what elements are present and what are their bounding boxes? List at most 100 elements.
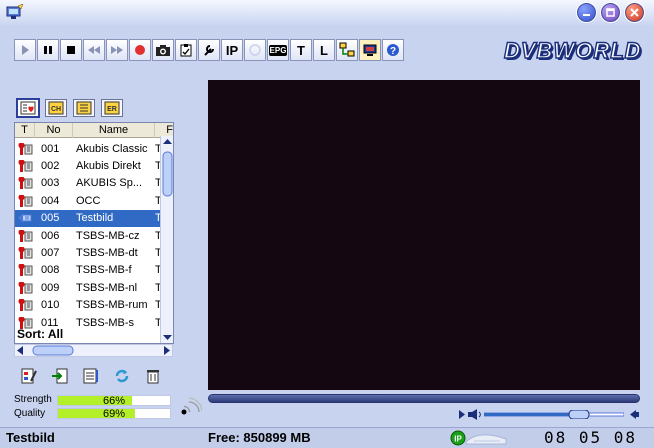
video-display[interactable] xyxy=(208,80,640,390)
help-button[interactable]: ? xyxy=(382,39,404,61)
tab-channels[interactable]: CH xyxy=(45,99,67,117)
tv-channel-icon xyxy=(15,176,35,190)
trash-icon xyxy=(146,370,159,384)
signal-wave-icon xyxy=(181,397,202,415)
tv-channel-icon xyxy=(15,263,35,277)
help-icon: ? xyxy=(387,44,399,57)
unknown-button[interactable] xyxy=(244,39,266,61)
channel-row[interactable]: 003AKUBIS Sp...T-S xyxy=(15,175,173,192)
header-name[interactable]: Name xyxy=(73,123,155,138)
maximize-button[interactable] xyxy=(600,2,621,23)
language-button[interactable]: L xyxy=(313,39,335,61)
sort-button[interactable] xyxy=(80,366,101,386)
channel-rows: 001Akubis ClassicT-S002Akubis DirektT-S0… xyxy=(15,140,173,331)
camera-icon xyxy=(156,45,170,56)
import-button[interactable] xyxy=(49,366,70,386)
refresh-button[interactable] xyxy=(111,366,132,386)
scroll-right-arrow-icon[interactable] xyxy=(164,346,170,355)
channel-name: TSBS-MB-f xyxy=(76,264,132,277)
channel-row[interactable]: 007TSBS-MB-dtT-S xyxy=(15,244,173,261)
header-type[interactable]: T xyxy=(15,123,35,138)
channel-list: T No Name F 001Akubis ClassicT-S002Akubi… xyxy=(14,122,174,344)
channel-number: 005 xyxy=(41,212,60,225)
channel-list-icon: CH xyxy=(48,101,64,115)
channel-scan-button[interactable] xyxy=(336,39,358,61)
scroll-left-arrow-icon[interactable] xyxy=(17,346,23,355)
edit-list-icon xyxy=(21,368,37,384)
speaker-icon[interactable] xyxy=(468,409,481,420)
scroll-thumb[interactable] xyxy=(162,151,173,197)
quality-bar: 69% xyxy=(57,408,171,420)
channel-row[interactable]: 008TSBS-MB-fT-S xyxy=(15,262,173,279)
channel-name: TSBS-MB-rum xyxy=(76,299,148,312)
channel-name: Akubis Direkt xyxy=(76,160,141,173)
svg-text:IP: IP xyxy=(454,435,462,444)
close-button[interactable] xyxy=(624,2,645,23)
channel-number: 006 xyxy=(41,229,60,242)
heart-list-icon xyxy=(20,101,36,115)
maximize-icon xyxy=(606,8,615,17)
tv-channel-icon xyxy=(15,246,35,260)
toolbar: IP EPG T L ? xyxy=(14,39,405,61)
svg-text:ER: ER xyxy=(107,106,117,113)
tab-list-3[interactable] xyxy=(73,99,95,117)
channel-row[interactable]: 006TSBS-MB-czT-S xyxy=(15,227,173,244)
pause-button[interactable] xyxy=(37,39,59,61)
channel-row[interactable]: 005TestbildT-S xyxy=(15,209,173,227)
close-icon xyxy=(630,8,639,17)
channel-name: AKUBIS Sp... xyxy=(76,177,143,190)
delete-button[interactable] xyxy=(142,366,163,386)
volume-up-arrow-icon[interactable] xyxy=(628,408,642,421)
teletext-button[interactable]: T xyxy=(290,39,312,61)
fast-forward-button[interactable] xyxy=(106,39,128,61)
tv-channel-icon xyxy=(15,142,35,156)
channel-name: TSBS-MB-cz xyxy=(76,229,140,242)
minimize-button[interactable] xyxy=(576,2,597,23)
edit-channel-button[interactable] xyxy=(18,366,39,386)
stop-button[interactable] xyxy=(60,39,82,61)
ip-button[interactable]: IP xyxy=(221,39,243,61)
pause-icon xyxy=(44,46,52,54)
channel-row[interactable]: 002Akubis DirektT-S xyxy=(15,157,173,174)
channel-name: TSBS-MB-nl xyxy=(76,281,138,294)
channel-name: OCC xyxy=(76,194,101,207)
channel-number: 002 xyxy=(41,160,60,173)
refresh-icon xyxy=(115,369,128,383)
title-bar[interactable] xyxy=(0,0,654,26)
ip-status-icon: IP xyxy=(450,430,507,446)
scroll-up-arrow-icon[interactable] xyxy=(163,139,172,144)
strength-label: Strength xyxy=(14,394,52,405)
hscroll-thumb[interactable] xyxy=(32,345,74,356)
channel-number: 008 xyxy=(41,264,60,277)
display-button[interactable] xyxy=(359,39,381,61)
scroll-down-arrow-icon[interactable] xyxy=(163,335,172,340)
epg-button[interactable]: EPG xyxy=(267,39,289,61)
channel-row[interactable]: 004OCCT-S xyxy=(15,192,173,209)
channel-list-hscrollbar[interactable] xyxy=(14,344,173,357)
import-icon xyxy=(51,368,67,384)
volume-slider[interactable] xyxy=(483,409,625,420)
channel-row[interactable]: 001Akubis ClassicT-S xyxy=(15,140,173,157)
rewind-icon xyxy=(88,46,100,54)
channel-list-vscrollbar[interactable] xyxy=(160,136,173,343)
play-button[interactable] xyxy=(14,39,36,61)
fast-forward-icon xyxy=(111,46,123,54)
snapshot-button[interactable] xyxy=(152,39,174,61)
record-button[interactable] xyxy=(129,39,151,61)
header-number[interactable]: No xyxy=(35,123,73,138)
volume-thumb[interactable] xyxy=(568,409,590,420)
tab-list-4[interactable]: ER xyxy=(101,99,123,117)
rewind-button[interactable] xyxy=(83,39,105,61)
tab-favorites[interactable] xyxy=(17,99,39,117)
app-icon xyxy=(6,3,24,20)
channel-number: 009 xyxy=(41,281,60,294)
record-icon xyxy=(135,45,145,55)
seek-bar[interactable] xyxy=(208,394,640,403)
schedule-button[interactable] xyxy=(175,39,197,61)
volume-left-arrow-icon[interactable] xyxy=(459,410,465,419)
channel-row[interactable]: 010TSBS-MB-rumT-S xyxy=(15,297,173,314)
channel-row[interactable]: 009TSBS-MB-nlT-S xyxy=(15,279,173,296)
settings-button[interactable] xyxy=(198,39,220,61)
channel-number: 004 xyxy=(41,194,60,207)
tv-channel-icon xyxy=(15,298,35,312)
